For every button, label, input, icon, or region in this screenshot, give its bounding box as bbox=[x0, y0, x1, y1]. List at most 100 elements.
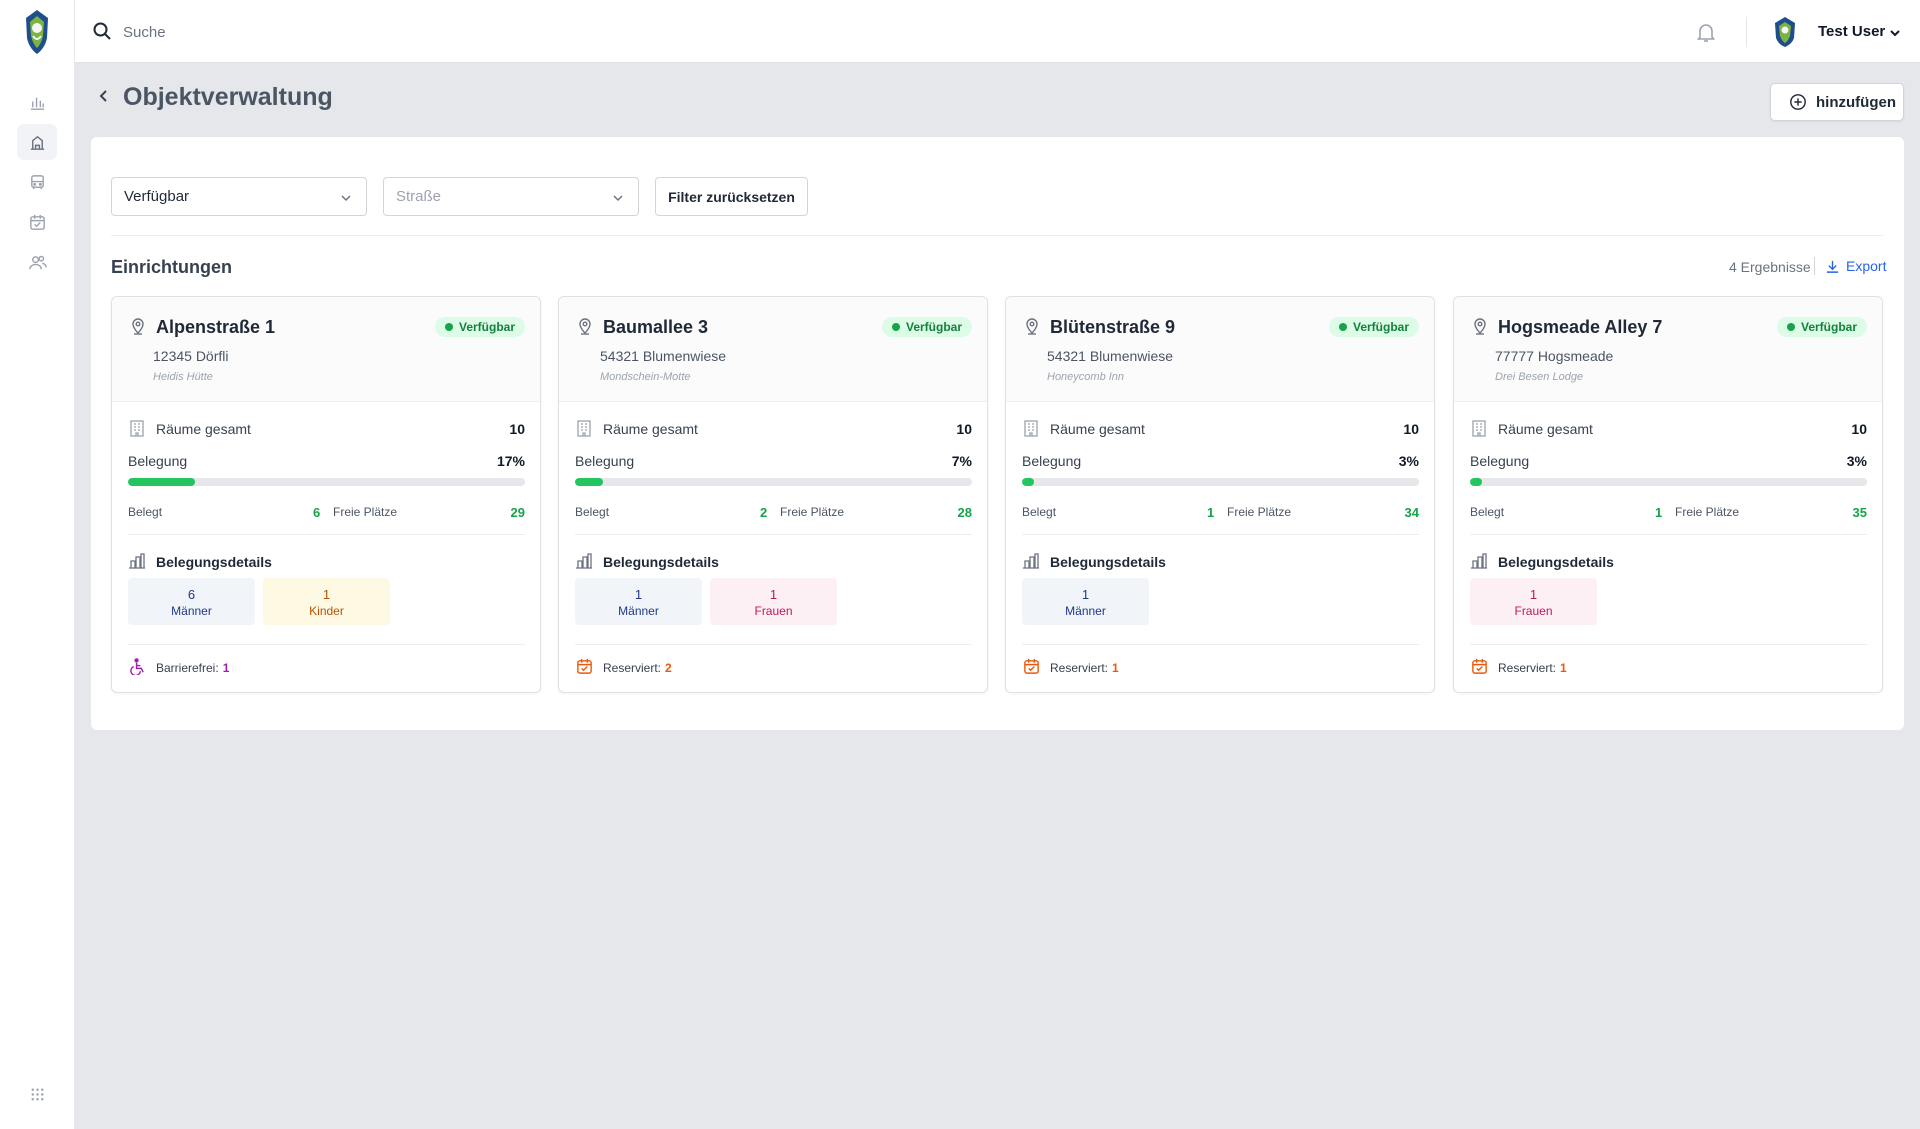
occupancy-percent: 7% bbox=[951, 453, 972, 469]
card-facility-name: Heidis Hütte bbox=[153, 371, 213, 383]
chip-count: 1 bbox=[1081, 587, 1090, 602]
chip-count: 1 bbox=[769, 587, 778, 602]
occupancy-bar bbox=[1022, 478, 1419, 486]
free-places-label: Freie Plätze bbox=[1227, 505, 1292, 519]
nav-statistics[interactable] bbox=[17, 84, 57, 120]
export-button[interactable]: Export bbox=[1825, 258, 1886, 274]
footer-label: Reserviert: bbox=[1498, 661, 1557, 675]
results-count: 4 Ergebnisse bbox=[1729, 259, 1811, 275]
occupancy-bar bbox=[128, 478, 525, 486]
facility-card[interactable]: Blütenstraße 9 Verfügbar 54321 Blumenwie… bbox=[1005, 296, 1435, 693]
sidebar bbox=[0, 0, 75, 1129]
rooms-total-label: Räume gesamt bbox=[1050, 421, 1145, 437]
avatar[interactable] bbox=[1770, 16, 1800, 48]
nav-calendar[interactable] bbox=[17, 204, 57, 240]
rooms-total-label: Räume gesamt bbox=[156, 421, 251, 437]
card-facility-name: Mondschein-Motte bbox=[600, 371, 691, 383]
chip-count: 1 bbox=[634, 587, 643, 602]
chip-label: Männer bbox=[171, 604, 212, 618]
chip-women: 1 Frauen bbox=[710, 578, 837, 625]
divider bbox=[575, 644, 972, 645]
free-places-label: Freie Plätze bbox=[333, 505, 398, 519]
occupancy-label: Belegung bbox=[128, 453, 188, 469]
search-input[interactable] bbox=[123, 16, 623, 48]
nav-users[interactable] bbox=[17, 244, 57, 280]
street-filter-select[interactable]: Straße bbox=[383, 177, 639, 216]
card-title: Baumallee 3 bbox=[603, 317, 709, 337]
reset-filters-button[interactable]: Filter zurücksetzen bbox=[655, 177, 808, 216]
occupancy-details-icon bbox=[1023, 553, 1039, 569]
divider bbox=[1470, 534, 1867, 535]
grid-icon bbox=[31, 1088, 43, 1100]
page-title: Objektverwaltung bbox=[123, 83, 333, 111]
nav-facilities[interactable] bbox=[17, 124, 57, 160]
chip-women: 1 Frauen bbox=[1470, 578, 1597, 625]
chevron-down-icon bbox=[613, 195, 623, 202]
chip-count: 1 bbox=[322, 587, 331, 602]
status-dot bbox=[1338, 323, 1347, 331]
free-places-value: 35 bbox=[1852, 505, 1867, 520]
occupied-label: Belegt bbox=[1470, 505, 1505, 519]
chip-men: 1 Männer bbox=[575, 578, 702, 625]
wheelchair-icon bbox=[130, 658, 144, 675]
chip-label: Männer bbox=[618, 604, 659, 618]
facility-card[interactable]: Hogsmeade Alley 7 Verfügbar 77777 Hogsme… bbox=[1453, 296, 1883, 693]
occupancy-percent: 3% bbox=[1846, 453, 1867, 469]
footer-label: Reserviert: bbox=[1050, 661, 1109, 675]
chip-men: 1 Männer bbox=[1022, 578, 1149, 625]
footer-value: 2 bbox=[665, 661, 672, 675]
divider bbox=[1814, 257, 1815, 275]
card-title: Hogsmeade Alley 7 bbox=[1498, 317, 1663, 337]
user-name[interactable]: Test User bbox=[1818, 23, 1885, 40]
rooms-total-value: 10 bbox=[509, 421, 525, 437]
occupancy-percent: 17% bbox=[496, 453, 525, 469]
status-badge: Verfügbar bbox=[881, 317, 972, 337]
status-filter-select[interactable]: Verfügbar bbox=[111, 177, 367, 216]
footer-label: Barrierefrei: bbox=[156, 661, 219, 675]
occupancy-label: Belegung bbox=[1022, 453, 1082, 469]
back-chevron-icon[interactable] bbox=[96, 88, 110, 104]
footer-info: Barrierefrei: 1 bbox=[156, 661, 229, 675]
occupancy-bar bbox=[575, 478, 972, 486]
status-badge-label: Verfügbar bbox=[1800, 320, 1857, 334]
logo-icon[interactable] bbox=[23, 8, 51, 56]
occupancy-bar-fill bbox=[575, 478, 603, 486]
occupied-value: 1 bbox=[1207, 505, 1215, 520]
calendar-check-icon bbox=[577, 658, 592, 674]
divider bbox=[128, 644, 525, 645]
occupied-label: Belegt bbox=[1022, 505, 1057, 519]
divider bbox=[1022, 534, 1419, 535]
status-badge-label: Verfügbar bbox=[1352, 320, 1409, 334]
building-icon bbox=[130, 420, 144, 437]
chevron-down-icon[interactable] bbox=[1888, 26, 1902, 40]
chip-label: Männer bbox=[1065, 604, 1106, 618]
users-icon bbox=[28, 255, 47, 269]
facility-card[interactable]: Alpenstraße 1 Verfügbar 12345 Dörfli Hei… bbox=[111, 296, 541, 693]
card-address: 54321 Blumenwiese bbox=[1047, 348, 1174, 364]
divider bbox=[128, 534, 525, 535]
top-divider bbox=[1746, 17, 1747, 47]
occupied-value: 2 bbox=[760, 505, 768, 520]
card-address: 77777 Hogsmeade bbox=[1495, 348, 1614, 364]
section-title: Einrichtungen bbox=[111, 257, 232, 277]
occupancy-bar bbox=[1470, 478, 1867, 486]
status-dot bbox=[444, 323, 453, 331]
occupied-value: 6 bbox=[313, 505, 321, 520]
status-badge-label: Verfügbar bbox=[905, 320, 962, 334]
card-header: Baumallee 3 Verfügbar 54321 Blumenwiese … bbox=[559, 297, 987, 402]
occupancy-bar-fill bbox=[1470, 478, 1482, 486]
footer-label: Reserviert: bbox=[603, 661, 662, 675]
facility-card[interactable]: Baumallee 3 Verfügbar 54321 Blumenwiese … bbox=[558, 296, 988, 693]
footer-value: 1 bbox=[222, 661, 230, 675]
footer-info: Reserviert: 1 bbox=[1498, 661, 1567, 675]
bell-icon[interactable] bbox=[1694, 20, 1718, 44]
occupancy-percent: 3% bbox=[1398, 453, 1419, 469]
nav-apps[interactable] bbox=[17, 1076, 57, 1112]
add-button[interactable]: hinzufügen bbox=[1770, 83, 1904, 121]
free-places-value: 34 bbox=[1404, 505, 1419, 520]
chip-kids: 1 Kinder bbox=[263, 578, 390, 625]
occupancy-label: Belegung bbox=[1470, 453, 1530, 469]
nav-transport[interactable] bbox=[17, 164, 57, 200]
map-pin-icon bbox=[1026, 318, 1038, 335]
free-places-value: 29 bbox=[510, 505, 525, 520]
